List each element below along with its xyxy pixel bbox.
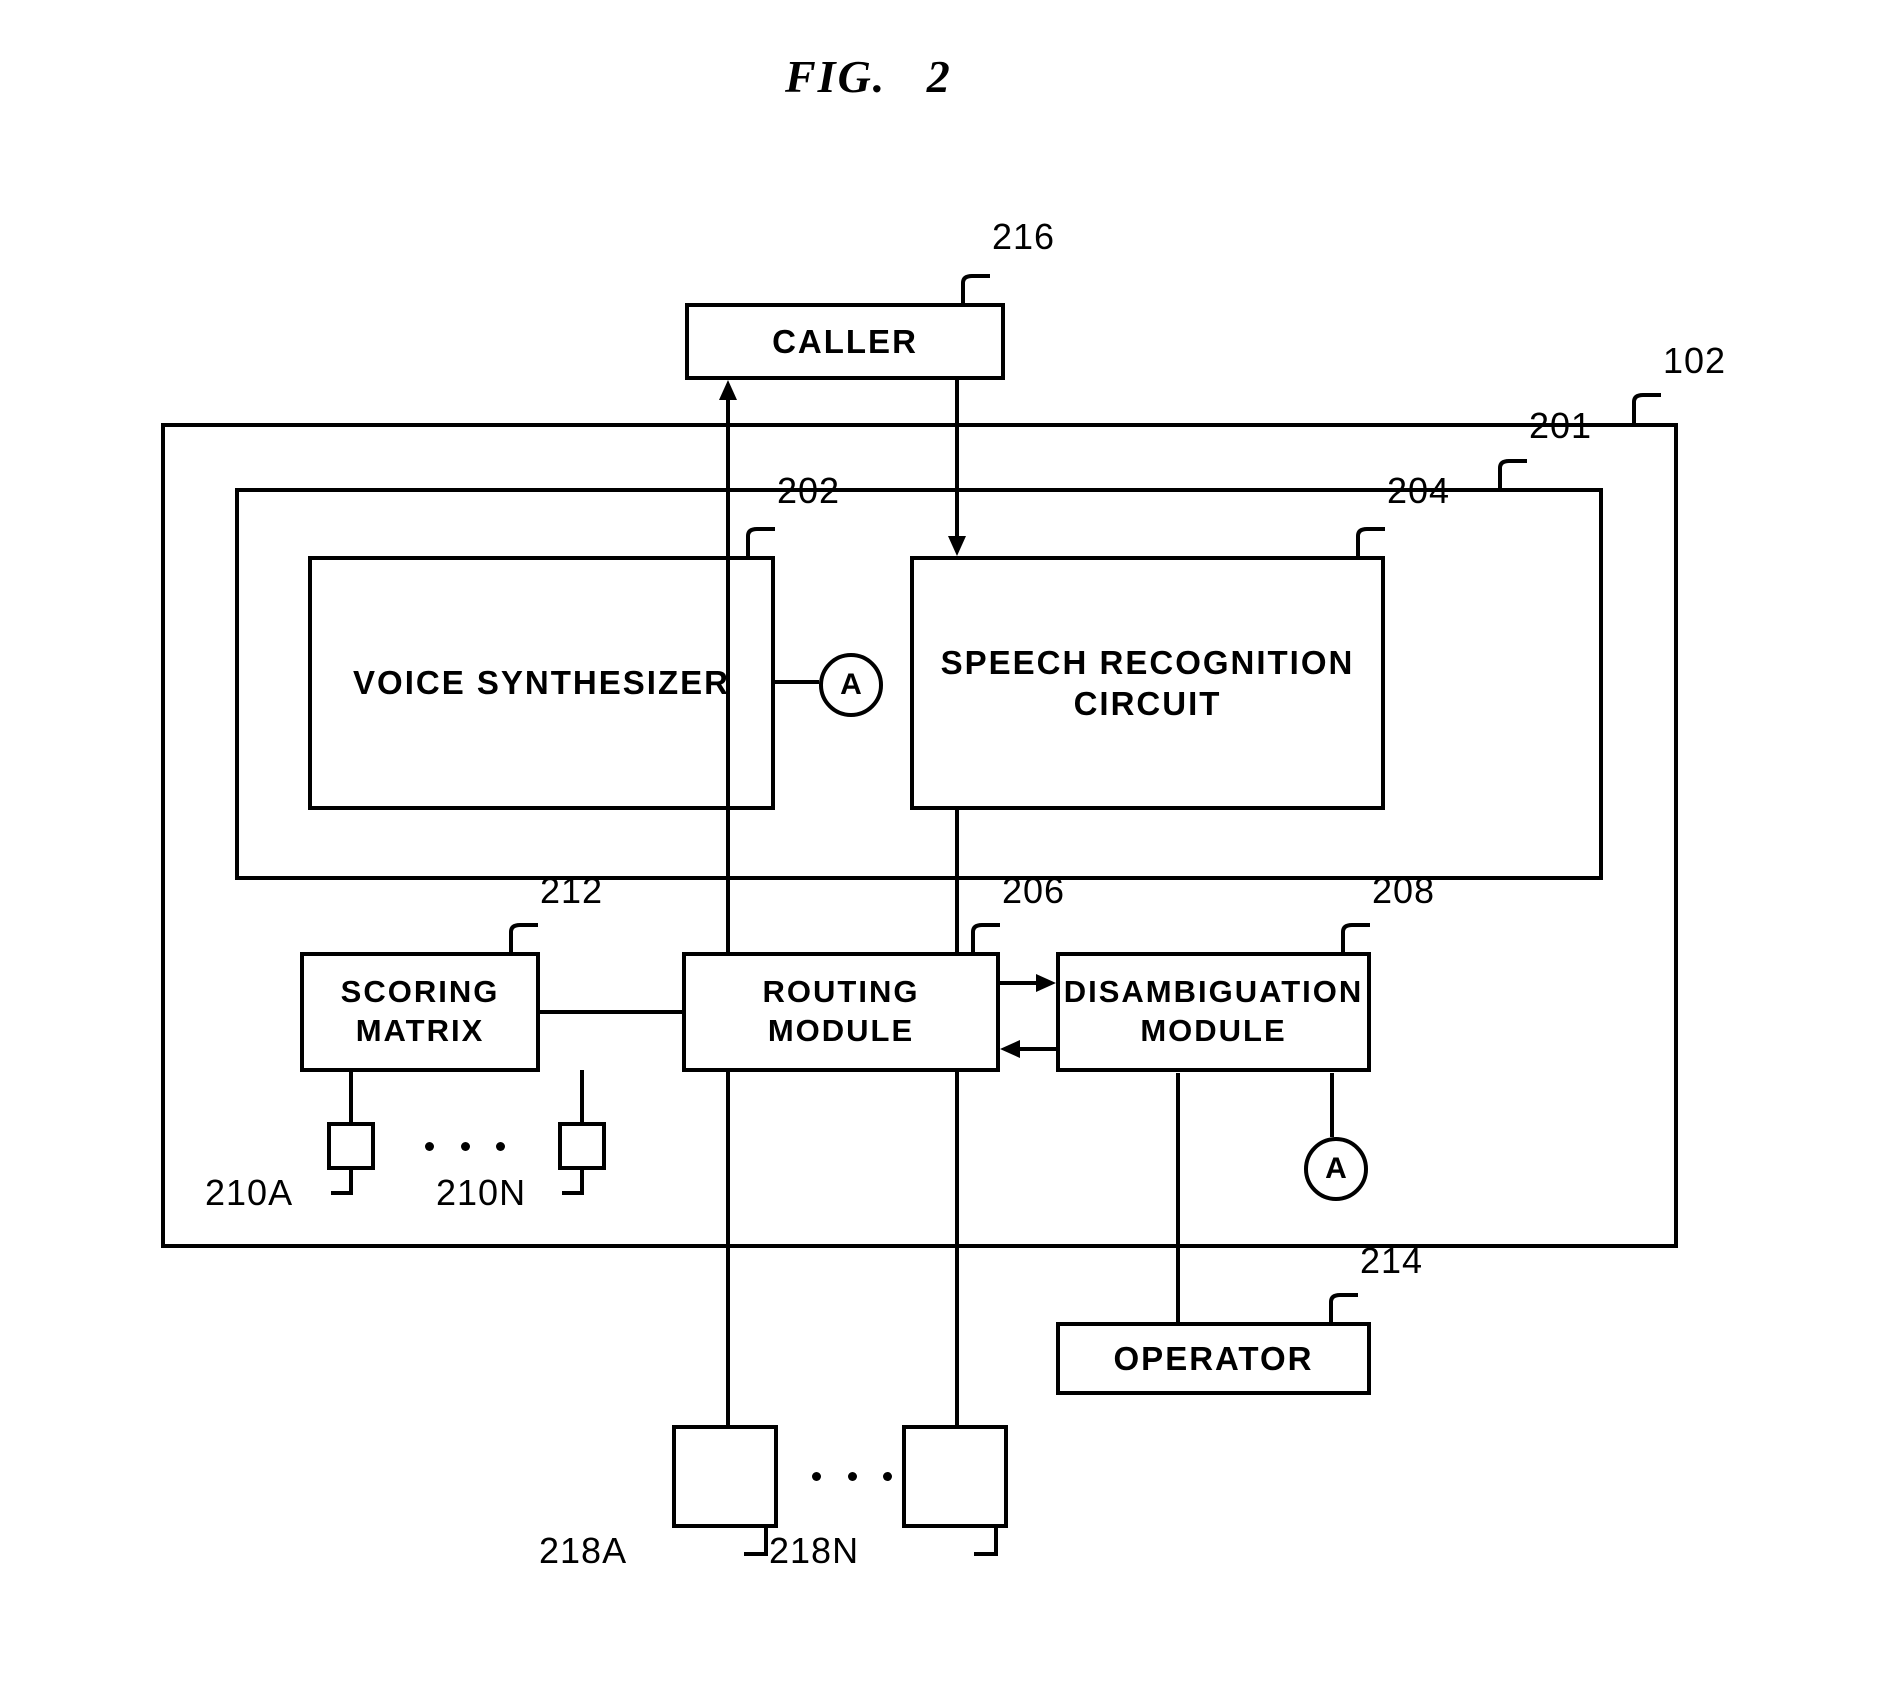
ref-204: 204	[1387, 470, 1451, 511]
ellipsis-218	[812, 1472, 892, 1481]
ref-202: 202	[777, 470, 841, 511]
ref-218a: 218A	[539, 1530, 628, 1571]
arrowhead-right-to-disambiguation	[1036, 974, 1056, 992]
block-operator[interactable]: OPERATOR	[1056, 1322, 1371, 1395]
arrowhead-up-to-caller	[719, 380, 737, 400]
line-scoring-matrix-to-210n	[580, 1070, 584, 1124]
arrowhead-left-to-routing	[1000, 1040, 1020, 1058]
stub-218a-foot	[744, 1552, 768, 1556]
leader-hook-202	[745, 524, 785, 564]
leader-hook-214	[1328, 1290, 1368, 1330]
ref-216: 216	[992, 216, 1056, 257]
block-speech-recognition-circuit[interactable]: SPEECH RECOGNITION CIRCUIT	[910, 556, 1385, 810]
leader-hook-102	[1631, 390, 1671, 430]
connector-circle-a-disambiguation: A	[1304, 1137, 1368, 1201]
block-210a[interactable]	[327, 1122, 375, 1170]
block-speech-recognition-circuit-label: SPEECH RECOGNITION CIRCUIT	[936, 641, 1359, 725]
line-caller-to-speech-recognition	[955, 380, 959, 548]
line-speech-recognition-to-routing	[955, 808, 959, 954]
ref-218n: 218N	[769, 1530, 860, 1571]
leader-hook-212	[508, 920, 548, 960]
connector-circle-a-voice-synthesizer: A	[819, 653, 883, 717]
line-disambiguation-to-routing	[1018, 1047, 1058, 1051]
ref-208: 208	[1372, 870, 1436, 911]
leader-hook-204	[1355, 524, 1395, 564]
block-voice-synthesizer-label: VOICE SYNTHESIZER	[349, 662, 734, 704]
line-routing-to-caller	[726, 398, 730, 954]
connector-circle-a-disambiguation-label: A	[1325, 1152, 1347, 1185]
connector-circle-a-voice-synthesizer-label: A	[840, 668, 862, 701]
block-routing-module-label: ROUTING MODULE	[758, 973, 924, 1051]
block-210n[interactable]	[558, 1122, 606, 1170]
arrowhead-down-to-speech-recognition	[948, 536, 966, 556]
block-scoring-matrix-label: SCORING MATRIX	[336, 973, 504, 1051]
leader-hook-208	[1340, 920, 1380, 960]
ref-214: 214	[1360, 1240, 1424, 1281]
block-caller-label: CALLER	[768, 320, 922, 363]
block-caller[interactable]: CALLER	[685, 303, 1005, 380]
line-disambiguation-to-operator	[1176, 1073, 1180, 1324]
ref-102: 102	[1663, 340, 1727, 381]
ref-210n: 210N	[436, 1172, 527, 1213]
stub-210a-foot	[331, 1191, 353, 1195]
ref-212: 212	[540, 870, 604, 911]
leader-hook-201	[1497, 456, 1537, 496]
line-routing-to-218n	[955, 1070, 959, 1427]
line-voice-synth-to-circle-a	[773, 680, 819, 684]
block-routing-module[interactable]: ROUTING MODULE	[682, 952, 1000, 1072]
figure-title: FIG. 2	[785, 51, 952, 102]
stub-210n-foot	[562, 1191, 584, 1195]
line-scoring-matrix-to-210a	[349, 1070, 353, 1124]
ellipsis-210	[425, 1142, 505, 1151]
stub-218n-foot	[974, 1552, 998, 1556]
ref-201: 201	[1529, 405, 1593, 446]
ref-206: 206	[1002, 870, 1066, 911]
leader-hook-216	[960, 271, 1000, 311]
block-218a[interactable]	[672, 1425, 778, 1528]
block-operator-label: OPERATOR	[1109, 1337, 1318, 1380]
figure-canvas: FIG. 2 CALLER VOICE SYNTHESIZER SPEECH R…	[0, 0, 1880, 1697]
line-scoring-matrix-to-routing	[538, 1010, 684, 1014]
line-disambiguation-to-circle-a	[1330, 1073, 1334, 1137]
ref-210a: 210A	[205, 1172, 294, 1213]
block-disambiguation-module-label: DISAMBIGUATION MODULE	[1059, 973, 1368, 1051]
leader-hook-206	[970, 920, 1010, 960]
block-218n[interactable]	[902, 1425, 1008, 1528]
line-routing-to-disambiguation	[998, 981, 1038, 985]
block-voice-synthesizer[interactable]: VOICE SYNTHESIZER	[308, 556, 775, 810]
block-disambiguation-module[interactable]: DISAMBIGUATION MODULE	[1056, 952, 1371, 1072]
line-routing-to-218a	[726, 1070, 730, 1427]
block-scoring-matrix[interactable]: SCORING MATRIX	[300, 952, 540, 1072]
